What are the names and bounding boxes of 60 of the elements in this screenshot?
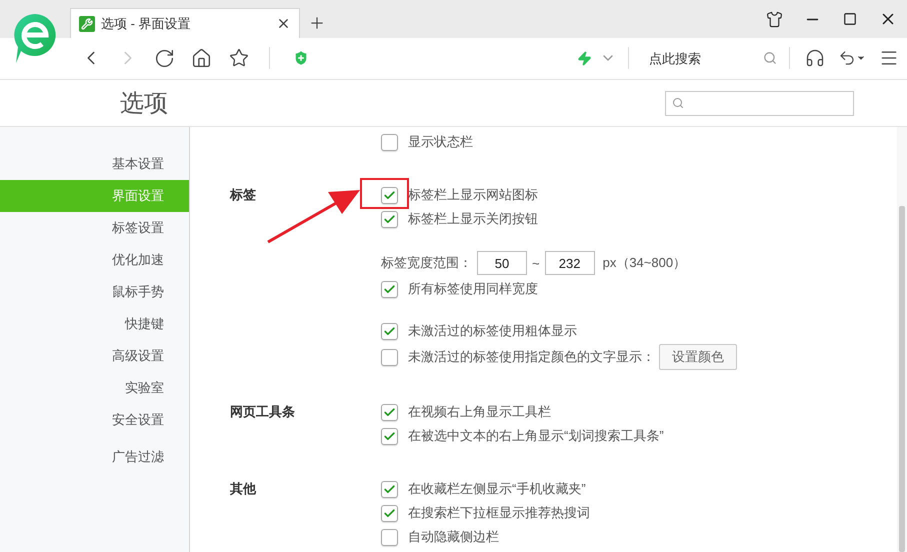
browser-tab[interactable]: 选项 - 界面设置 <box>70 8 300 38</box>
page-title: 选项 <box>119 89 168 119</box>
section-label: 标签 <box>230 187 256 202</box>
option-label: 在收藏栏左侧显示“手机收藏夹” <box>408 480 586 498</box>
search-icon <box>672 97 684 109</box>
checkbox[interactable] <box>381 480 398 498</box>
set-color-button[interactable]: 设置颜色 <box>659 344 737 370</box>
wrench-icon <box>79 16 95 32</box>
sidebar-item[interactable]: 优化加速 <box>0 244 189 276</box>
section-label: 其他 <box>230 481 256 496</box>
lightning-icon[interactable] <box>577 50 592 66</box>
option-label: 在视频右上角显示工具栏 <box>408 403 551 421</box>
sidebar-item[interactable]: 高级设置 <box>0 340 189 372</box>
checkbox[interactable] <box>381 528 398 546</box>
check-icon <box>383 212 396 226</box>
highlight-frame <box>360 178 409 209</box>
checkbox[interactable] <box>381 280 398 298</box>
option-label: 所有标签使用同样宽度 <box>408 280 538 298</box>
search-icon <box>763 51 777 65</box>
option-label: 未激活过的标签使用粗体显示 <box>408 322 577 340</box>
sidebar-item[interactable]: 安全设置 <box>0 404 189 436</box>
section-label: 网页工具条 <box>230 404 295 419</box>
option-label: 在被选中文本的右上角显示“划词搜索工具条” <box>408 427 664 445</box>
scrollbar[interactable] <box>897 127 907 552</box>
checkbox[interactable] <box>381 504 398 522</box>
min-width-field[interactable]: 50 <box>477 251 527 275</box>
sidebar-item[interactable]: 实验室 <box>0 372 189 404</box>
checkbox[interactable] <box>381 186 398 204</box>
option-label: 标签栏上显示网站图标 <box>408 186 538 204</box>
check-icon <box>383 282 396 296</box>
check-icon <box>383 324 396 338</box>
range-label: 标签宽度范围： <box>381 254 472 272</box>
check-icon <box>383 188 396 202</box>
checkbox[interactable] <box>381 404 398 420</box>
checkbox[interactable] <box>381 322 398 340</box>
range-hint: px（34~800） <box>602 254 686 272</box>
option-label: 未激活过的标签使用指定颜色的文字显示： <box>408 348 655 366</box>
tab-title: 选项 - 界面设置 <box>101 14 192 32</box>
option-label: 标签栏上显示关闭按钮 <box>408 210 538 228</box>
sidebar-item[interactable]: 广告过滤 <box>0 441 189 473</box>
option-label: 显示状态栏 <box>408 133 473 151</box>
sidebar-item[interactable]: 鼠标手势 <box>0 276 189 308</box>
checkbox[interactable] <box>381 210 398 228</box>
sidebar-item[interactable]: 基本设置 <box>0 148 189 180</box>
checkbox[interactable] <box>381 134 398 150</box>
sidebar-item[interactable]: 标签设置 <box>0 212 189 244</box>
checkbox[interactable] <box>381 348 398 366</box>
close-tab-icon[interactable] <box>276 16 291 31</box>
settings-search-field[interactable] <box>665 90 854 116</box>
check-icon <box>383 506 396 520</box>
checkbox[interactable] <box>381 428 398 444</box>
sidebar-item[interactable]: 快捷键 <box>0 308 189 340</box>
browser-search-field[interactable]: 点此搜索 <box>647 50 757 66</box>
range-separator: ~ <box>532 256 540 270</box>
option-label: 自动隐藏侧边栏 <box>408 528 499 546</box>
check-icon <box>383 406 396 418</box>
check-icon <box>383 482 396 496</box>
option-label: 在搜索栏下拉框显示推荐热搜词 <box>408 504 590 522</box>
check-icon <box>383 430 396 442</box>
max-width-field[interactable]: 232 <box>544 251 595 275</box>
